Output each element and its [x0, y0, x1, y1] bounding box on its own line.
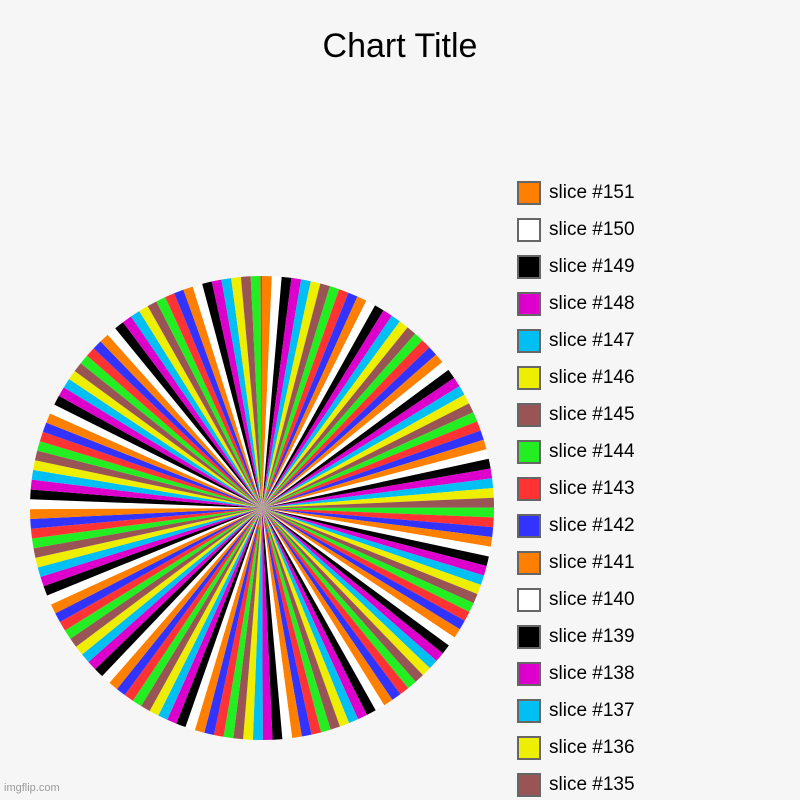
legend-label: slice #140: [549, 589, 635, 610]
legend-swatch: [517, 329, 541, 353]
legend-swatch: [517, 366, 541, 390]
legend-label: slice #139: [549, 626, 635, 647]
legend-item: slice #142: [517, 513, 777, 539]
legend-swatch: [517, 699, 541, 723]
legend-label: slice #143: [549, 478, 635, 499]
legend-item: slice #144: [517, 439, 777, 465]
legend-item: slice #141: [517, 550, 777, 576]
legend-swatch: [517, 255, 541, 279]
legend-item: slice #138: [517, 661, 777, 687]
legend-item: slice #136: [517, 735, 777, 761]
legend-item: slice #150: [517, 217, 777, 243]
legend-label: slice #137: [549, 700, 635, 721]
legend-label: slice #146: [549, 367, 635, 388]
legend-item: slice #148: [517, 291, 777, 317]
legend-label: slice #135: [549, 774, 635, 795]
legend-label: slice #136: [549, 737, 635, 758]
legend-label: slice #142: [549, 515, 635, 536]
legend-swatch: [517, 292, 541, 316]
legend-label: slice #144: [549, 441, 635, 462]
legend-label: slice #150: [549, 219, 635, 240]
legend-item: slice #135: [517, 772, 777, 798]
legend-item: slice #151: [517, 180, 777, 206]
legend-label: slice #149: [549, 256, 635, 277]
legend-label: slice #151: [549, 182, 635, 203]
legend-item: slice #139: [517, 624, 777, 650]
legend-item: slice #149: [517, 254, 777, 280]
legend-swatch: [517, 588, 541, 612]
legend-swatch: [517, 477, 541, 501]
legend-item: slice #145: [517, 402, 777, 428]
legend-item: slice #140: [517, 587, 777, 613]
legend-swatch: [517, 514, 541, 538]
legend-item: slice #143: [517, 476, 777, 502]
legend-label: slice #138: [549, 663, 635, 684]
legend-item: slice #137: [517, 698, 777, 724]
legend-label: slice #147: [549, 330, 635, 351]
legend-label: slice #148: [549, 293, 635, 314]
legend-swatch: [517, 181, 541, 205]
watermark: imgflip.com: [4, 782, 60, 794]
legend-item: slice #147: [517, 328, 777, 354]
legend-swatch: [517, 218, 541, 242]
pie-slices: [29, 275, 495, 741]
legend-item: slice #146: [517, 365, 777, 391]
legend-swatch: [517, 551, 541, 575]
legend-swatch: [517, 736, 541, 760]
legend-label: slice #141: [549, 552, 635, 573]
legend-swatch: [517, 625, 541, 649]
legend-swatch: [517, 662, 541, 686]
legend-swatch: [517, 403, 541, 427]
legend-swatch: [517, 440, 541, 464]
legend-label: slice #145: [549, 404, 635, 425]
legend-swatch: [517, 773, 541, 797]
